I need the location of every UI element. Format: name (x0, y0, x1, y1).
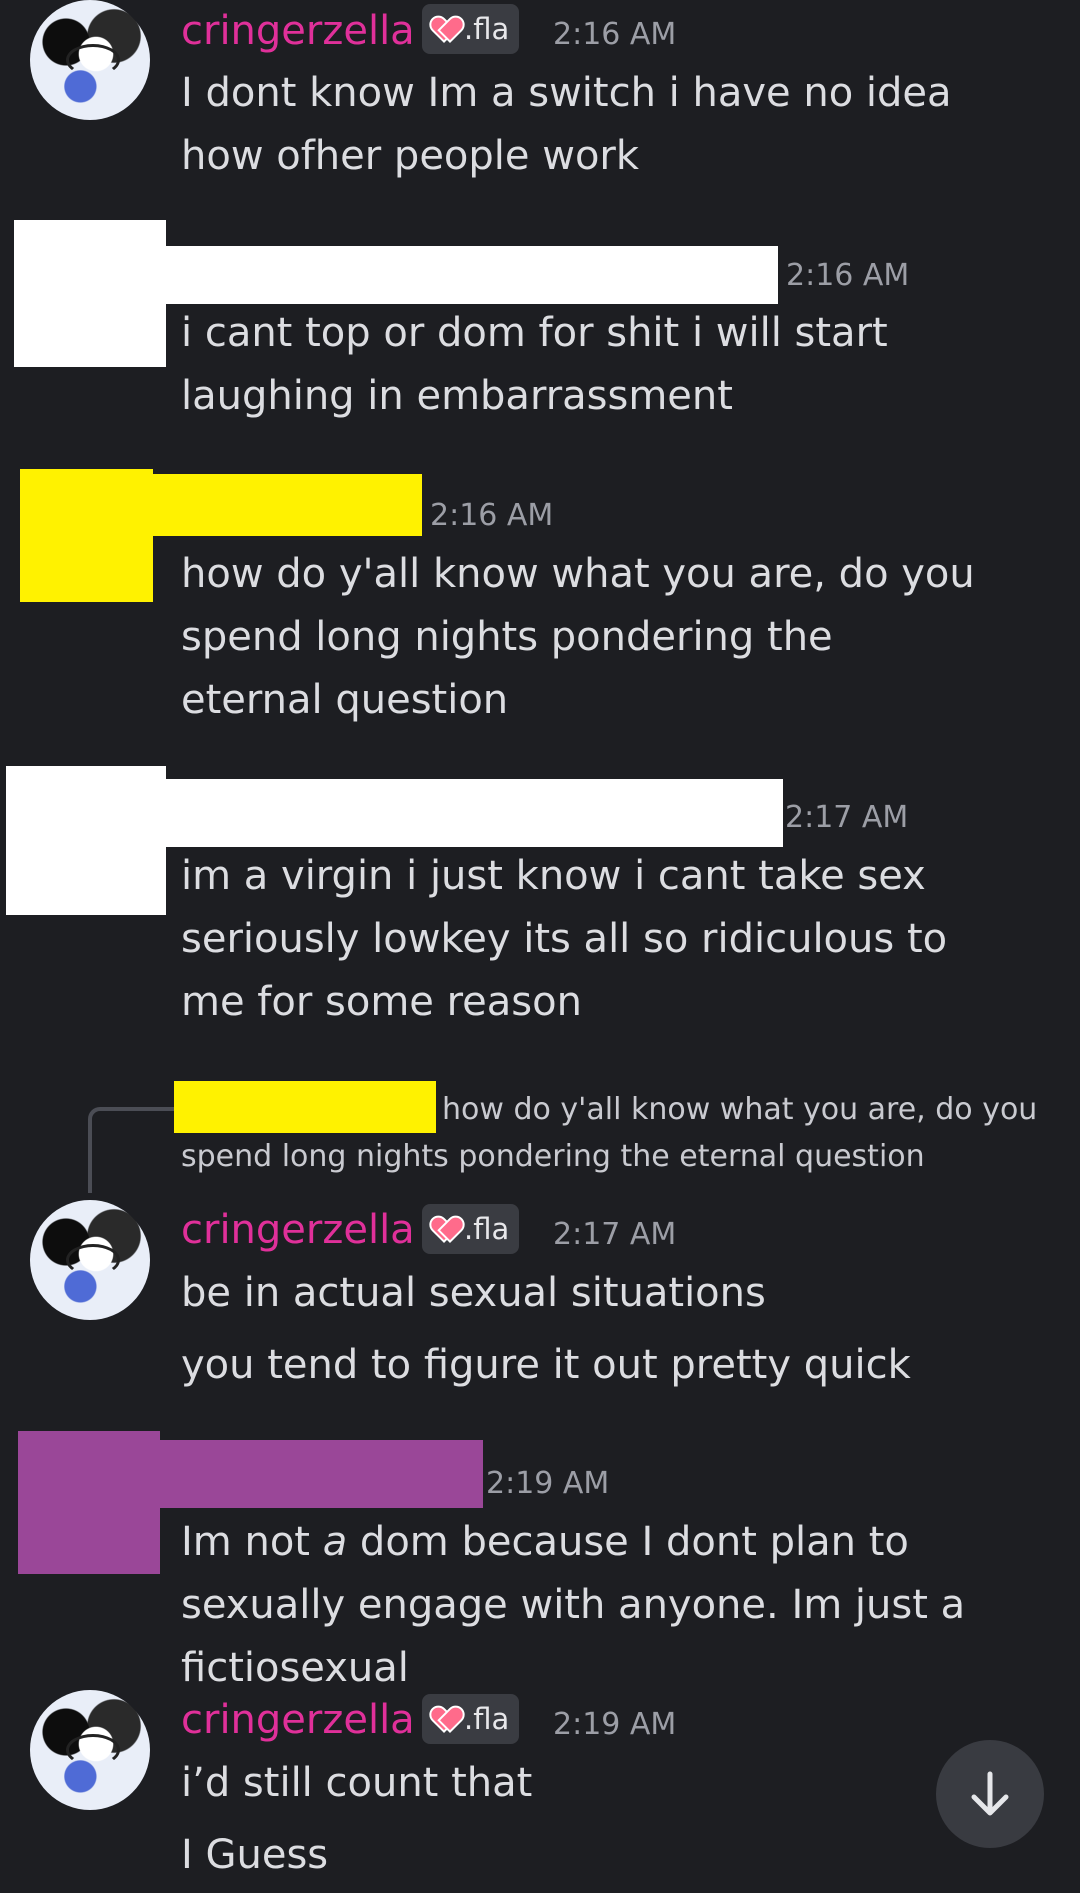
avatar[interactable] (30, 0, 150, 120)
username[interactable]: cringerzella (181, 1697, 415, 1743)
server-tag[interactable]: .fla (422, 1204, 520, 1254)
message-text: i’d still count that (181, 1760, 533, 1806)
redacted-avatar (6, 766, 166, 915)
message-text: i cant top or dom for shit i will start … (181, 310, 888, 419)
jump-to-bottom-button[interactable] (936, 1740, 1044, 1848)
reply-connector (88, 1107, 176, 1193)
timestamp: 2:17 AM (785, 800, 909, 835)
redacted-avatar (18, 1431, 160, 1574)
message-text: how do y'all know what you are, do you s… (181, 551, 975, 723)
server-tag-label: .fla (464, 1702, 510, 1736)
message-text: im a virgin i just know i cant take sex … (181, 853, 948, 1025)
message-text: Im not a dom because I dont plan to sexu… (181, 1511, 1061, 1700)
timestamp: 2:19 AM (553, 1707, 677, 1742)
avatar[interactable] (30, 1200, 150, 1320)
redacted-avatar (14, 220, 166, 367)
redacted-reply-author (174, 1081, 436, 1133)
heart-icon (432, 1707, 458, 1731)
username[interactable]: cringerzella (181, 8, 415, 54)
message-text: I dont know Im a switch i have no idea h… (181, 70, 952, 179)
message-text: be in actual sexual situations (181, 1270, 766, 1316)
redacted-username (153, 474, 422, 536)
redacted-username (166, 246, 778, 304)
message-text-part: Im not (181, 1519, 323, 1565)
timestamp: 2:17 AM (553, 1217, 677, 1252)
avatar[interactable] (30, 1690, 150, 1810)
timestamp: 2:16 AM (786, 258, 910, 293)
heart-icon (432, 1217, 458, 1241)
redacted-avatar (20, 469, 153, 602)
redacted-username (160, 1440, 483, 1508)
message-text: I Guess (181, 1832, 329, 1878)
timestamp: 2:16 AM (430, 498, 554, 533)
heart-icon (432, 17, 458, 41)
reply-preview-text[interactable]: how do y'all know what you are, do you (442, 1086, 1037, 1134)
timestamp: 2:19 AM (486, 1466, 610, 1501)
message-text: you tend to figure it out pretty quick (181, 1342, 911, 1388)
message-text-emphasis: a (322, 1519, 348, 1565)
server-tag[interactable]: .fla (422, 1694, 520, 1744)
arrow-down-icon (971, 1771, 1009, 1816)
server-tag-label: .fla (464, 12, 510, 46)
timestamp: 2:16 AM (553, 17, 677, 52)
server-tag[interactable]: .fla (422, 4, 520, 54)
username[interactable]: cringerzella (181, 1207, 415, 1253)
reply-preview-text-continued[interactable]: spend long nights pondering the eternal … (181, 1133, 925, 1181)
server-tag-label: .fla (464, 1212, 510, 1246)
redacted-username (166, 779, 783, 847)
